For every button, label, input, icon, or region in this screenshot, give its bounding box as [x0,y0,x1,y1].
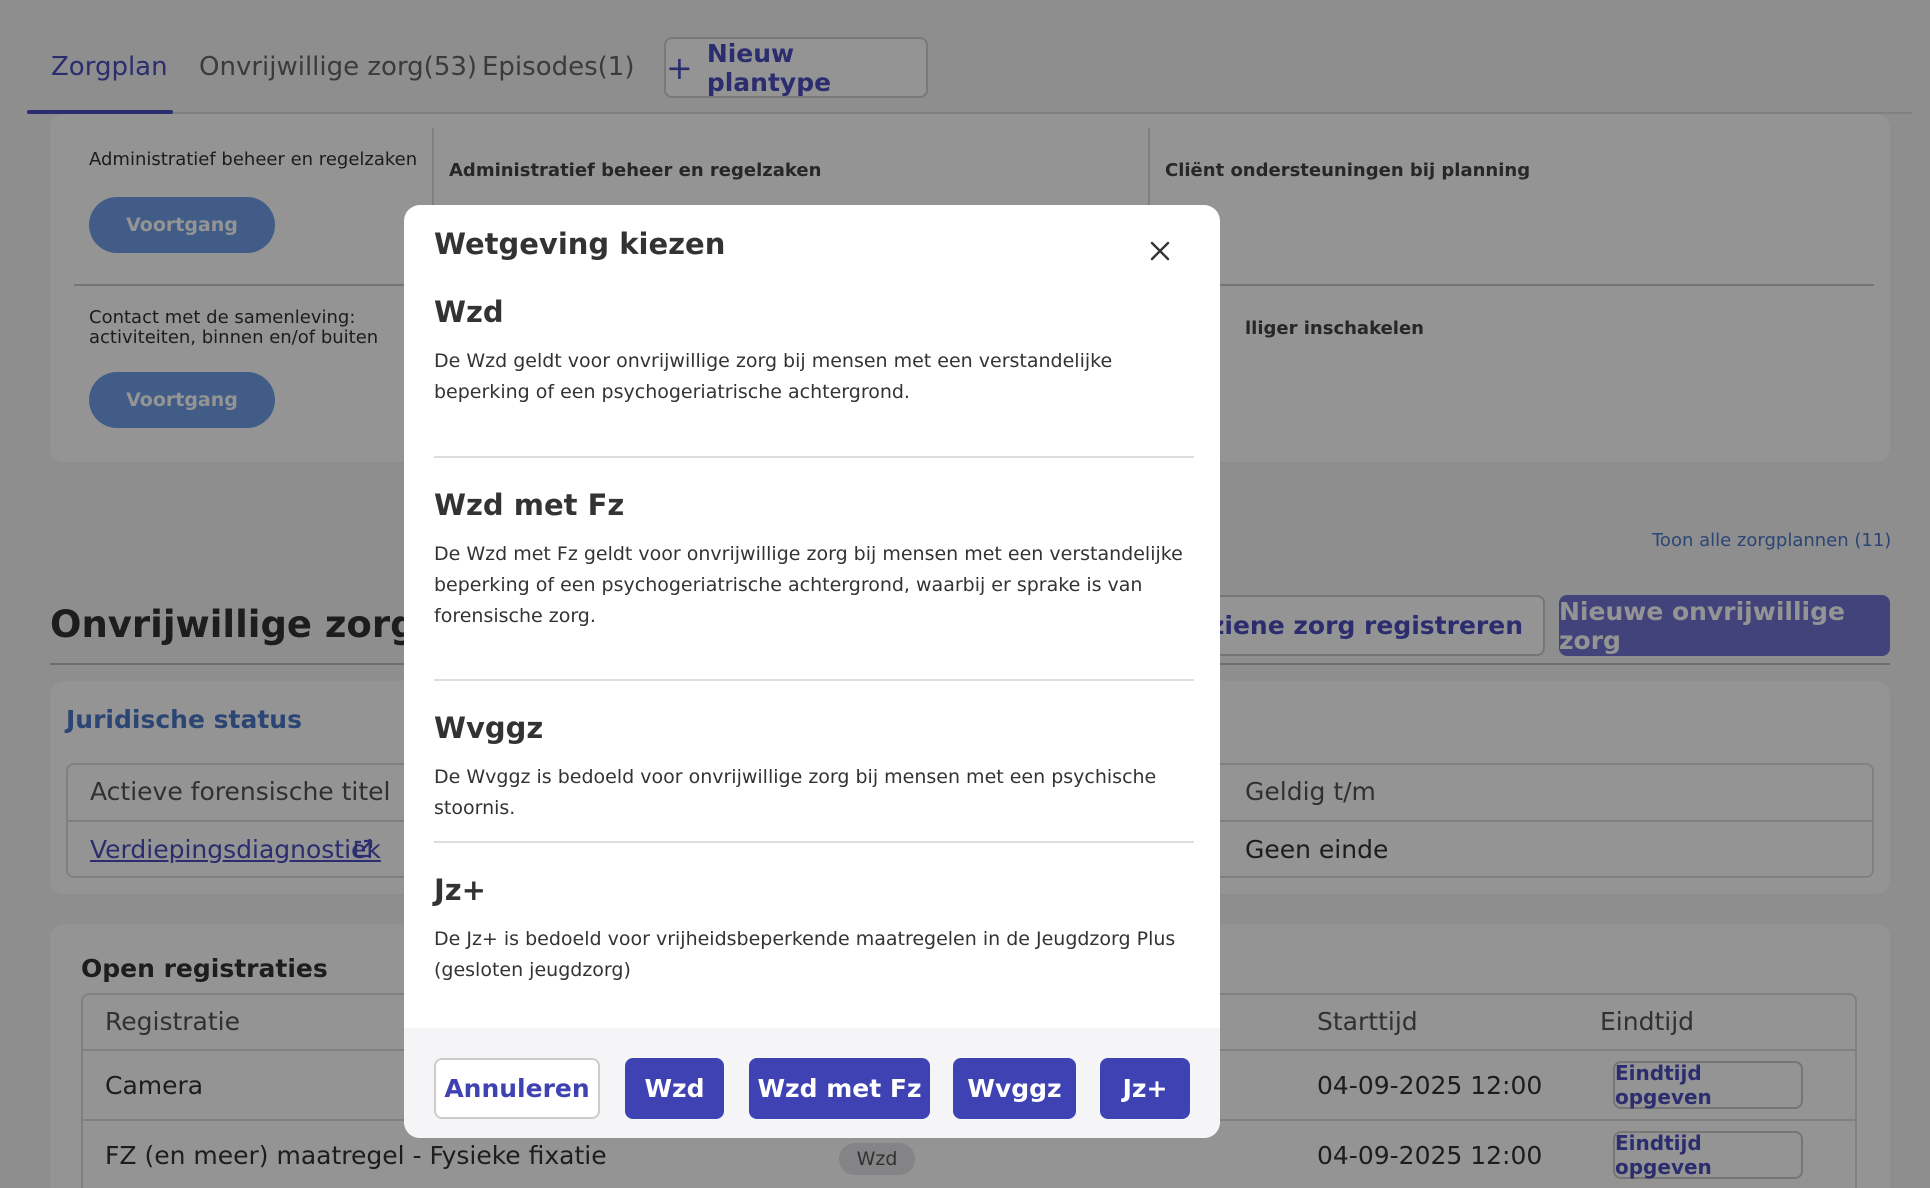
option-description: De Wzd met Fz geldt voor onvrijwillige z… [434,543,1183,627]
option-divider [434,679,1194,681]
option-description: De Jz+ is bedoeld voor vrijheidsbeperken… [434,928,1176,981]
close-button[interactable] [1140,231,1180,271]
option-jz-plus: Jz+ De Jz+ is bedoeld voor vrijheidsbepe… [434,873,1194,981]
modal-footer: Annuleren Wzd Wzd met Fz Wvggz Jz+ [404,1028,1220,1138]
option-divider [434,841,1194,843]
choose-wzd-button[interactable]: Wzd [625,1058,724,1119]
choose-jz-plus-button[interactable]: Jz+ [1100,1058,1190,1119]
legislation-choice-modal: Wetgeving kiezen Wzd De Wzd geldt voor o… [404,205,1220,1138]
close-icon [1150,241,1170,261]
option-description: De Wzd geldt voor onvrijwillige zorg bij… [434,350,1113,403]
option-wvggz: Wvggz De Wvggz is bedoeld voor onvrijwil… [434,711,1194,819]
option-title: Wzd [434,295,504,329]
choose-wzd-fz-button[interactable]: Wzd met Fz [749,1058,930,1119]
option-title: Wzd met Fz [434,488,625,522]
cancel-button[interactable]: Annuleren [434,1058,600,1119]
choose-wvggz-button[interactable]: Wvggz [953,1058,1076,1119]
modal-title: Wetgeving kiezen [434,227,726,261]
option-title: Wvggz [434,711,544,745]
option-divider [434,456,1194,458]
option-wzd-fz: Wzd met Fz De Wzd met Fz geldt voor onvr… [434,488,1194,627]
option-wzd: Wzd De Wzd geldt voor onvrijwillige zorg… [434,295,1194,403]
option-title: Jz+ [434,873,486,907]
option-description: De Wvggz is bedoeld voor onvrijwillige z… [434,766,1157,819]
